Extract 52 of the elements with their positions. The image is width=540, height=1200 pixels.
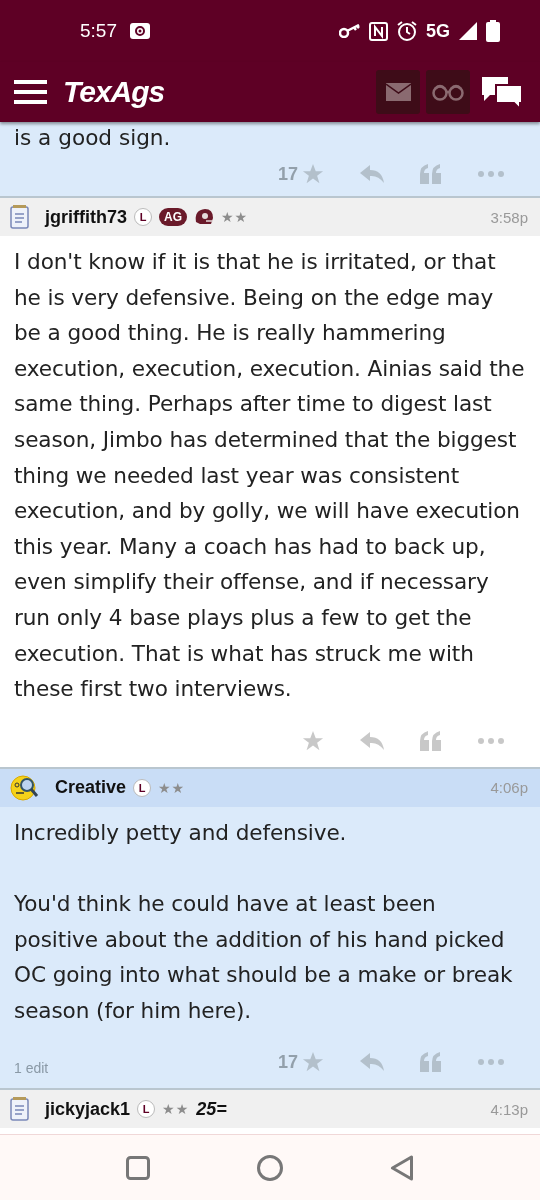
quote-icon[interactable]	[420, 730, 442, 751]
member-badge: L	[137, 1100, 156, 1119]
notepad-avatar-icon	[10, 1097, 30, 1122]
magnifier-face-icon	[10, 773, 40, 802]
alarm-icon	[396, 20, 418, 42]
star-icon[interactable]	[302, 729, 324, 752]
more-icon[interactable]	[478, 737, 504, 744]
author-name[interactable]: jickyjack1	[45, 1098, 131, 1120]
post-text: I don't know if it is that he is irritated, or that he is very defensive. Being on the edge may be a good thing. He is really hammering execution, execution, execution. Ainias said the same thing. Perhaps after time to digest last season, Jimbo has determined that the biggest thing we needed last year was consistent execution, and by golly, we will have execution this year. Many a coach has had to back up, even simplify their offense, and if necessary run only 4 base plays plus a few to get the execution. That is what has struck me with these first two interviews.	[13, 248, 526, 704]
author-name[interactable]: jgriffith73	[45, 206, 127, 228]
home-icon[interactable]	[257, 1154, 283, 1181]
member-badge: L	[134, 208, 152, 226]
post-text: is a good sign.	[13, 124, 172, 152]
helmet-icon	[194, 208, 214, 226]
chat-icon[interactable]	[480, 75, 524, 109]
messages-button[interactable]	[376, 70, 420, 114]
post-time: 4:06p	[490, 779, 528, 797]
notepad-avatar-icon	[10, 205, 30, 229]
envelope-icon	[385, 83, 411, 101]
quote-icon[interactable]	[420, 164, 442, 184]
user-tag: 25=	[196, 1098, 227, 1120]
signal-icon	[458, 21, 478, 41]
battery-icon	[486, 20, 500, 42]
post-time: 3:58p	[490, 208, 528, 226]
quote-icon[interactable]	[420, 1052, 442, 1073]
rank-stars: ★★	[158, 779, 186, 796]
screen-record-icon	[129, 22, 151, 40]
binoculars-icon	[432, 83, 464, 101]
author-name[interactable]: Creative	[55, 777, 127, 799]
edit-count: 1 edit	[14, 1060, 49, 1077]
recents-icon[interactable]	[126, 1155, 150, 1180]
member-badge: AG	[159, 208, 187, 226]
post-text: Incredibly petty and defensive. You'd think he could have at least been positive about the addition of his hand picked OC going into what should be a make or break season (for him here).	[13, 818, 514, 1025]
rank-stars: ★★	[221, 209, 249, 225]
nfc-icon	[369, 21, 388, 41]
more-icon[interactable]	[478, 171, 504, 177]
menu-icon[interactable]	[14, 80, 47, 104]
network-type: 5G	[426, 20, 450, 42]
site-logo[interactable]: TexAgs	[63, 75, 165, 109]
post-time: 4:13p	[490, 1100, 528, 1118]
key-icon	[339, 24, 361, 38]
star-icon	[302, 1051, 324, 1074]
star-icon	[302, 163, 324, 185]
reply-icon[interactable]	[360, 165, 384, 183]
member-badge: L	[133, 778, 152, 797]
reply-icon[interactable]	[360, 731, 384, 750]
binoculars-button[interactable]	[426, 70, 470, 114]
more-icon[interactable]	[478, 1059, 504, 1066]
reply-icon[interactable]	[360, 1053, 384, 1072]
rank-stars: ★★	[162, 1101, 190, 1118]
back-icon[interactable]	[390, 1154, 414, 1181]
clock-time: 5:57	[80, 20, 117, 42]
